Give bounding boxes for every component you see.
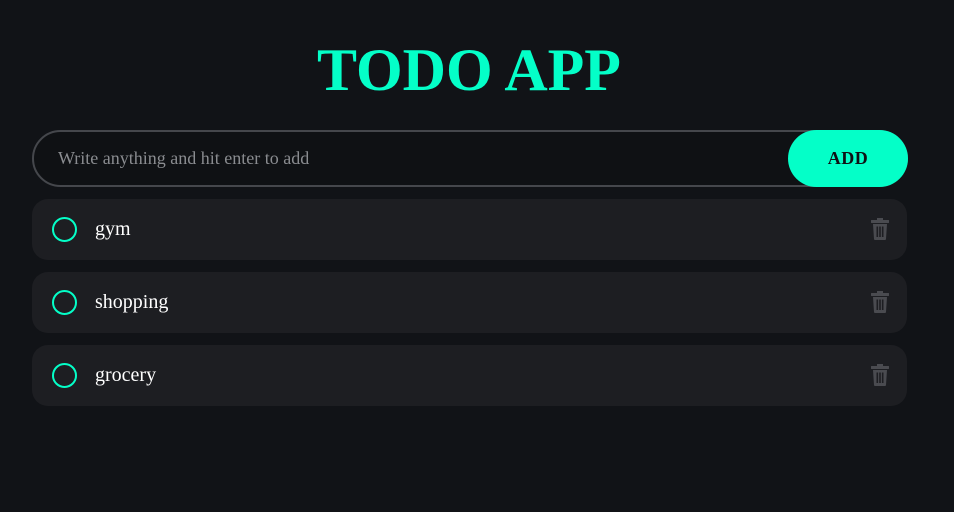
todo-item: gym: [32, 199, 907, 260]
page-title: TODO APP: [317, 37, 621, 103]
add-todo-form: ADD: [32, 130, 908, 187]
circle-check-icon[interactable]: [52, 363, 77, 388]
todo-text: gym: [95, 218, 131, 240]
todo-input[interactable]: [58, 132, 778, 185]
todo-text: shopping: [95, 291, 169, 313]
todo-text: grocery: [95, 364, 157, 386]
circle-check-icon[interactable]: [52, 217, 77, 242]
todo-list: gym shopping grocery: [32, 199, 907, 418]
trash-icon[interactable]: [871, 291, 889, 313]
todo-item: grocery: [32, 345, 907, 406]
todo-item: shopping: [32, 272, 907, 333]
trash-icon[interactable]: [871, 218, 889, 240]
trash-icon[interactable]: [871, 364, 889, 386]
circle-check-icon[interactable]: [52, 290, 77, 315]
todo-app: TODO APP ADD gym shopping: [0, 0, 954, 512]
add-button[interactable]: ADD: [788, 130, 908, 187]
